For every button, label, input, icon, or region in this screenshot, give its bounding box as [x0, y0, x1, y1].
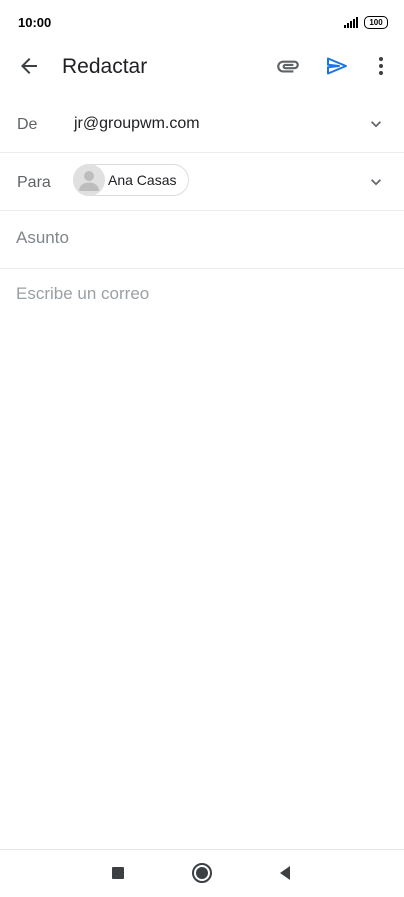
back-button[interactable]: [9, 46, 49, 86]
recipient-chip[interactable]: Ana Casas: [73, 164, 190, 196]
signal-icon: [344, 17, 358, 28]
send-icon: [327, 57, 347, 75]
page-title: Redactar: [62, 55, 148, 78]
chevron-down-icon[interactable]: [366, 114, 386, 134]
arrow-left-icon: [21, 58, 37, 74]
battery-icon: 100: [364, 16, 388, 29]
system-back-button[interactable]: [272, 860, 298, 886]
body-input[interactable]: [16, 284, 386, 824]
chevron-down-icon[interactable]: [366, 172, 386, 192]
more-options-button[interactable]: [361, 46, 401, 86]
back-triangle-icon: [280, 866, 290, 880]
recipient-name: Ana Casas: [108, 172, 177, 188]
subject-row: [0, 211, 404, 269]
status-bar: 10:00 100: [0, 0, 404, 44]
status-time: 10:00: [18, 15, 52, 30]
home-circle-icon: [192, 863, 212, 883]
subject-input[interactable]: [16, 228, 376, 248]
from-row: De jr@groupwm.com: [0, 96, 404, 153]
attach-button[interactable]: [268, 46, 308, 86]
compose-screen: 10:00 100 Redactar De jr@groupwm.com Par…: [0, 0, 404, 897]
from-account[interactable]: jr@groupwm.com: [74, 115, 200, 133]
system-nav-bar: [0, 849, 404, 897]
top-app-bar: Redactar: [0, 44, 404, 90]
send-button[interactable]: [317, 46, 357, 86]
battery-level: 100: [369, 18, 383, 27]
status-indicators: 100: [344, 16, 388, 29]
to-label: Para: [17, 174, 51, 191]
person-icon: [79, 171, 99, 191]
more-vertical-icon: [379, 57, 383, 75]
recents-square-icon: [112, 867, 124, 879]
home-button[interactable]: [189, 860, 215, 886]
recents-button[interactable]: [105, 860, 131, 886]
avatar: [73, 164, 105, 196]
from-label: De: [17, 116, 38, 133]
to-row: Para Ana Casas: [0, 153, 404, 211]
paperclip-icon: [277, 60, 299, 73]
